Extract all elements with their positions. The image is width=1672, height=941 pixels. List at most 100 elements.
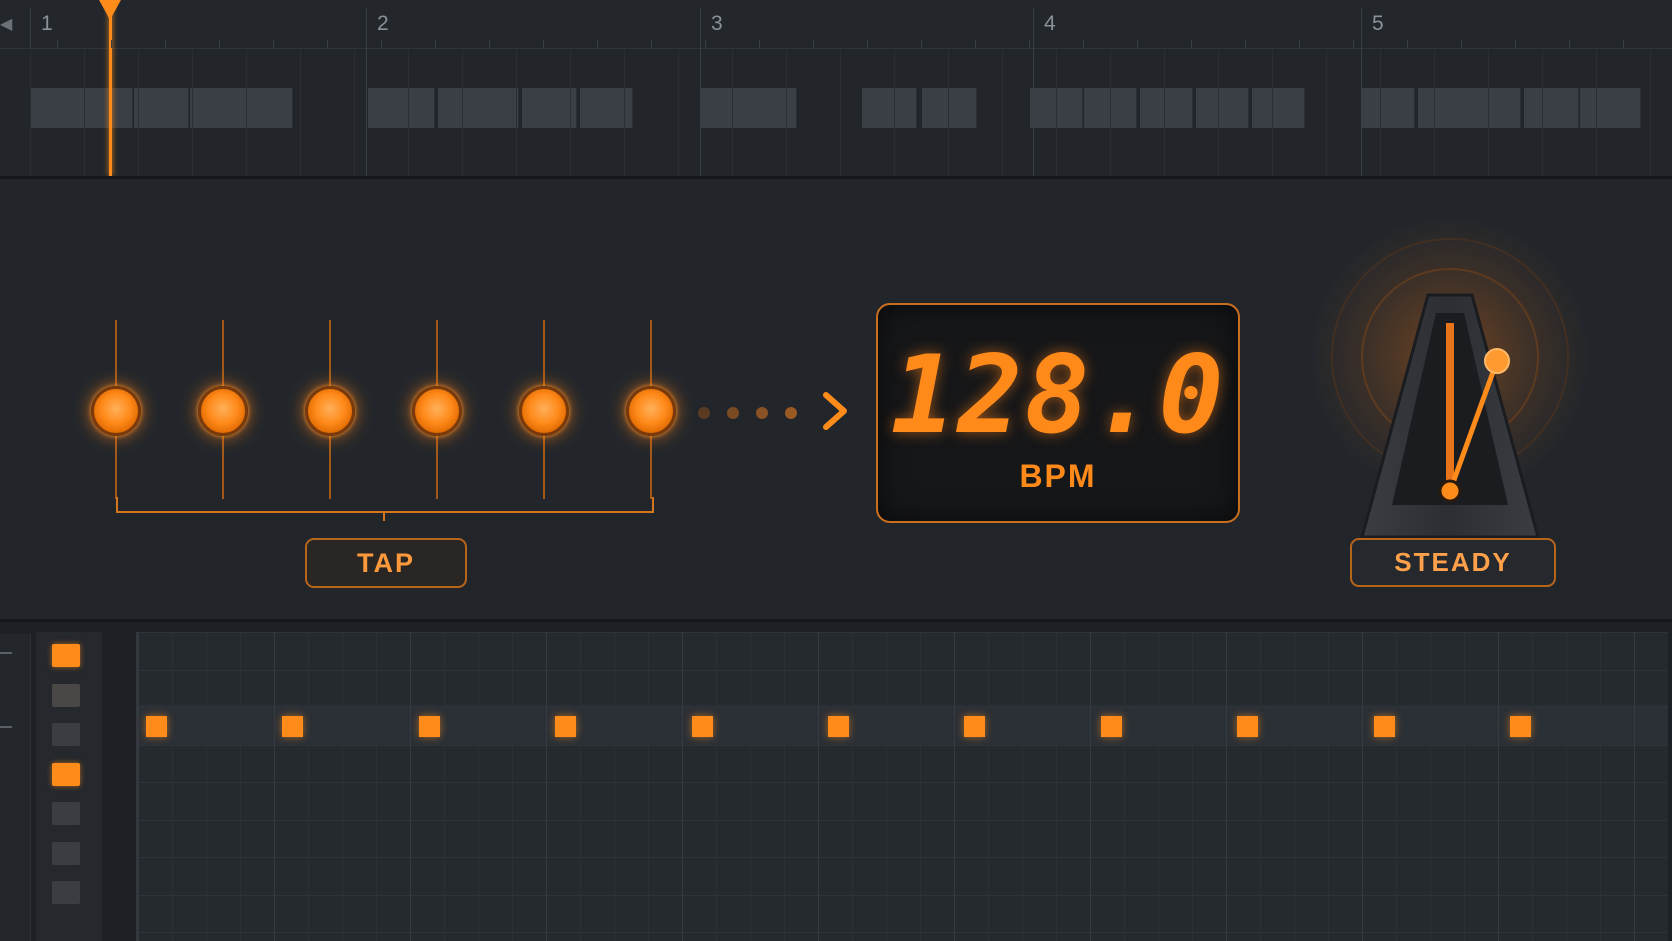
active-step[interactable] (146, 716, 167, 737)
tap-beat-dot[interactable] (91, 386, 141, 436)
audio-clip[interactable] (862, 88, 917, 128)
metronome-area: STEADY (1300, 179, 1672, 619)
audio-clip[interactable] (1196, 88, 1249, 128)
timeline-gridline (1272, 48, 1273, 176)
grid-row-line (138, 632, 1668, 633)
audio-clip[interactable] (80, 88, 133, 128)
row-select-pad[interactable] (52, 644, 80, 667)
grid-column-line (410, 632, 411, 941)
tap-beat-dot[interactable] (519, 386, 569, 436)
grid-column-line (1532, 632, 1533, 941)
active-step[interactable] (828, 716, 849, 737)
active-step[interactable] (691, 716, 713, 737)
beat-tick (921, 40, 922, 48)
grid-row-line (138, 932, 1668, 933)
active-step[interactable] (964, 716, 986, 737)
active-step[interactable] (1100, 716, 1122, 737)
active-step[interactable] (1510, 716, 1531, 737)
active-step[interactable] (1237, 716, 1259, 737)
playhead-marker-icon[interactable] (98, 0, 122, 20)
active-step[interactable] (555, 716, 577, 737)
timeline-gridline (300, 48, 301, 176)
audio-clip[interactable] (1524, 88, 1579, 128)
active-step[interactable] (418, 716, 440, 737)
audio-clip[interactable] (522, 88, 577, 128)
tap-beat-dot[interactable] (626, 386, 676, 436)
audio-clip[interactable] (1362, 88, 1415, 128)
audio-clip[interactable] (30, 88, 81, 128)
audio-clip[interactable] (922, 88, 977, 128)
grid-column-line (240, 632, 241, 941)
audio-clip[interactable] (1252, 88, 1305, 128)
grid-column-line (512, 632, 513, 941)
progress-dot (756, 407, 768, 419)
audio-clip[interactable] (1470, 88, 1521, 128)
audio-clip[interactable] (1580, 88, 1641, 128)
bar-number: 1 (41, 12, 53, 35)
audio-clip[interactable] (368, 88, 435, 128)
timeline-gridline (462, 48, 463, 176)
audio-clip[interactable] (242, 88, 293, 128)
grid-row-line (138, 782, 1668, 783)
sequencer-side-strip (0, 634, 31, 941)
beat-tick (327, 40, 328, 48)
grid-column-line (886, 632, 887, 941)
tap-beat-dot[interactable] (412, 386, 462, 436)
bar-ruler[interactable]: ◀ 1 2 3 4 5 (0, 0, 1672, 49)
active-step-row (138, 705, 1668, 745)
audio-clip[interactable] (1418, 88, 1471, 128)
beat-tick (1029, 40, 1030, 48)
bar-number: 2 (377, 12, 389, 35)
beat-tick (813, 40, 814, 48)
audio-clip[interactable] (700, 88, 755, 128)
active-step[interactable] (1373, 716, 1395, 737)
bar-number: 3 (711, 12, 723, 35)
timeline-gridline (732, 48, 733, 176)
audio-clip[interactable] (580, 88, 633, 128)
row-select-pad[interactable] (52, 802, 80, 825)
timeline-gridline (1488, 48, 1489, 176)
timeline-gridline (678, 48, 679, 176)
clip-lane[interactable] (30, 48, 1672, 176)
timeline-gridline (948, 48, 949, 176)
steady-status-button[interactable]: STEADY (1350, 538, 1556, 587)
timeline-gridline (192, 48, 193, 176)
row-select-pad[interactable] (52, 841, 80, 865)
bpm-value: 128.0 (890, 333, 1226, 458)
beat-tick (381, 40, 382, 48)
grid-column-line (478, 632, 479, 941)
row-select-pad[interactable] (52, 723, 80, 746)
step-grid[interactable] (136, 632, 1668, 941)
beat-tick (705, 40, 706, 48)
grid-column-line (1124, 632, 1125, 941)
audio-clip[interactable] (134, 88, 189, 128)
active-step[interactable] (282, 716, 304, 737)
row-select-pad[interactable] (52, 881, 80, 904)
tap-beat-dot[interactable] (198, 386, 248, 436)
audio-clip[interactable] (1140, 88, 1193, 128)
grid-column-line (1634, 632, 1635, 941)
tempo-panel: TAP 128.0 BPM STEADY (0, 179, 1672, 622)
grid-column-line (614, 632, 615, 941)
timeline-gridline (1542, 48, 1543, 176)
beat-tick (651, 40, 652, 48)
playhead[interactable] (98, 0, 122, 176)
metronome-icon[interactable] (1300, 199, 1620, 539)
grid-row-line (138, 669, 1668, 671)
audio-clip[interactable] (754, 88, 797, 128)
beat-tick (219, 40, 220, 48)
row-select-pad[interactable] (52, 762, 80, 786)
audio-clip[interactable] (438, 88, 519, 128)
beat-tick (273, 40, 274, 48)
grid-column-line (1090, 632, 1091, 941)
chevron-right-icon (823, 392, 847, 430)
tap-beat-dot[interactable] (305, 386, 355, 436)
audio-clip[interactable] (190, 88, 243, 128)
grid-column-line (1192, 632, 1193, 941)
beat-tick (975, 40, 976, 48)
grid-row-line (138, 707, 1668, 708)
timeline-gridline (1326, 48, 1327, 176)
tap-button[interactable]: TAP (305, 538, 467, 588)
row-select-pad[interactable] (52, 683, 80, 707)
grid-column-line (580, 632, 581, 941)
